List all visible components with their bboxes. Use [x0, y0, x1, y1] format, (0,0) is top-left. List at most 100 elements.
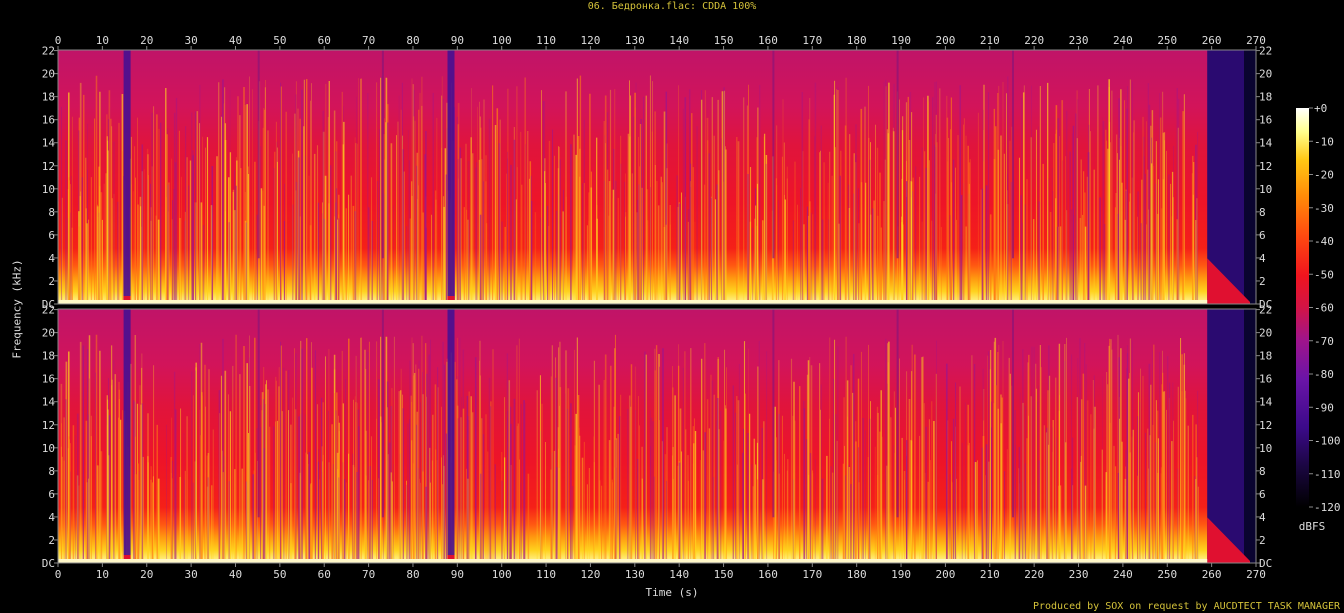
- x-tick-top: 90: [451, 34, 464, 50]
- y-tick-left: 8: [48, 465, 58, 478]
- y-tick-left: 18: [42, 350, 58, 363]
- x-tick-top: 240: [1113, 34, 1133, 50]
- x-tick-bottom-label: 200: [935, 568, 955, 581]
- y-tick-right: 18: [1256, 91, 1272, 104]
- colorbar-tick-label: -100: [1314, 435, 1341, 448]
- y-tick-right: 8: [1256, 465, 1266, 478]
- x-tick-top: 40: [229, 34, 242, 50]
- x-tick-bottom: 120: [581, 563, 600, 581]
- y-tick-left-label: 18: [42, 91, 55, 104]
- x-tick-bottom: 140: [669, 563, 689, 581]
- level-drop: [896, 50, 899, 259]
- y-tick-right-label: 2: [1259, 275, 1266, 288]
- x-tick-top-label: 40: [229, 34, 242, 47]
- x-tick-bottom: 150: [714, 563, 733, 581]
- level-drop: [1012, 309, 1014, 518]
- x-tick-bottom: 80: [406, 563, 420, 581]
- x-tick-top-label: 10: [96, 34, 109, 47]
- colorbar-tick: -40: [1309, 235, 1334, 248]
- x-tick-bottom-label: 220: [1024, 568, 1044, 581]
- x-tick-top-label: 20: [140, 34, 153, 47]
- colorbar-tick: +0: [1309, 102, 1327, 115]
- x-tick-top-label: 90: [451, 34, 464, 47]
- x-tick-bottom: 170: [802, 563, 822, 581]
- x-tick-top: 110: [536, 34, 556, 50]
- x-tick-bottom: 220: [1024, 563, 1044, 581]
- x-tick-top: 150: [714, 34, 733, 50]
- x-tick-bottom: 0: [55, 563, 61, 581]
- y-tick-right-label: 16: [1259, 114, 1272, 127]
- x-tick-top-label: 120: [581, 34, 601, 47]
- y-tick-right-label: 4: [1259, 511, 1266, 524]
- quiet-gap: [123, 309, 131, 555]
- x-tick-bottom: 190: [891, 563, 911, 581]
- x-tick-top: 10: [96, 34, 109, 50]
- y-tick-right-label: 18: [1259, 350, 1272, 363]
- colorbar-tick: -100: [1309, 435, 1341, 448]
- y-tick-left-label: 2: [48, 534, 55, 547]
- x-tick-top: 140: [669, 34, 689, 50]
- x-tick-top: 100: [492, 34, 512, 50]
- x-tick-top-label: 250: [1157, 34, 1177, 47]
- colorbar-tick-label: -90: [1314, 401, 1334, 414]
- x-tick-top-label: 70: [362, 34, 375, 47]
- y-tick-right: 20: [1256, 68, 1272, 81]
- y-tick-left: 8: [48, 206, 58, 219]
- level-drop: [772, 309, 775, 518]
- y-tick-left: 10: [42, 183, 58, 196]
- channel-2-panel: [57, 308, 1257, 564]
- x-tick-bottom: 100: [492, 563, 512, 581]
- x-tick-top: 260: [1202, 34, 1222, 50]
- y-tick-right-label: 16: [1259, 373, 1272, 386]
- y-tick-left-label: 2: [48, 275, 55, 288]
- y-tick-left: 14: [42, 137, 58, 150]
- x-tick-bottom-label: 250: [1157, 568, 1177, 581]
- colorbar-tick-label: -120: [1314, 501, 1341, 514]
- y-tick-right: 16: [1256, 114, 1272, 127]
- colorbar-tick: -50: [1309, 268, 1334, 281]
- colorbar-tick-label: -60: [1314, 302, 1334, 315]
- x-tick-bottom-label: 170: [802, 568, 822, 581]
- y-tick-left-label: 20: [42, 68, 55, 81]
- y-tick-left-label: 20: [42, 327, 55, 340]
- x-tick-top: 250: [1157, 34, 1177, 50]
- x-tick-top-label: 180: [847, 34, 867, 47]
- x-tick-top-label: 210: [980, 34, 1000, 47]
- x-tick-bottom-label: 130: [625, 568, 645, 581]
- x-tick-top-label: 100: [492, 34, 512, 47]
- colorbar-label: dBFS: [1299, 520, 1326, 533]
- y-tick-left: 2: [48, 275, 58, 288]
- y-tick-left: 20: [42, 68, 58, 81]
- y-tick-right-label: 20: [1259, 327, 1272, 340]
- y-tick-left-label: 18: [42, 350, 55, 363]
- x-tick-bottom-label: 90: [451, 568, 464, 581]
- x-tick-top: 130: [625, 34, 645, 50]
- x-tick-bottom-label: 60: [318, 568, 331, 581]
- y-tick-left: 20: [42, 327, 58, 340]
- spectrogram-chart: 0 10 20 30 40 50 60 70 80 90 100 110 120 130 140 150 160…: [42, 34, 1341, 581]
- x-tick-bottom: 250: [1157, 563, 1177, 581]
- level-drop: [1012, 50, 1014, 259]
- dc-band: [58, 300, 1208, 304]
- colorbar-tick: -60: [1309, 302, 1334, 315]
- x-tick-bottom-label: 70: [362, 568, 375, 581]
- x-tick-bottom-label: 140: [669, 568, 689, 581]
- y-tick-right: 6: [1256, 488, 1266, 501]
- y-tick-right-label: 6: [1259, 488, 1266, 501]
- colorbar-tick-label: -40: [1314, 235, 1334, 248]
- x-tick-top-label: 200: [935, 34, 955, 47]
- quiet-gap: [447, 309, 455, 555]
- y-tick-left-label: 4: [48, 511, 55, 524]
- y-tick-left-label: 6: [48, 229, 55, 242]
- x-tick-top: 80: [406, 34, 420, 50]
- x-tick-top-label: 30: [184, 34, 197, 47]
- x-tick-bottom: 230: [1069, 563, 1088, 581]
- x-tick-top-label: 160: [758, 34, 778, 47]
- x-tick-bottom: 180: [847, 563, 867, 581]
- x-tick-top: 200: [935, 34, 955, 50]
- y-tick-left: 18: [42, 91, 58, 104]
- x-tick-top-label: 0: [55, 34, 62, 47]
- y-tick-left-label: 8: [48, 465, 55, 478]
- x-tick-bottom: 10: [96, 563, 109, 581]
- y-tick-right: 2: [1256, 534, 1266, 547]
